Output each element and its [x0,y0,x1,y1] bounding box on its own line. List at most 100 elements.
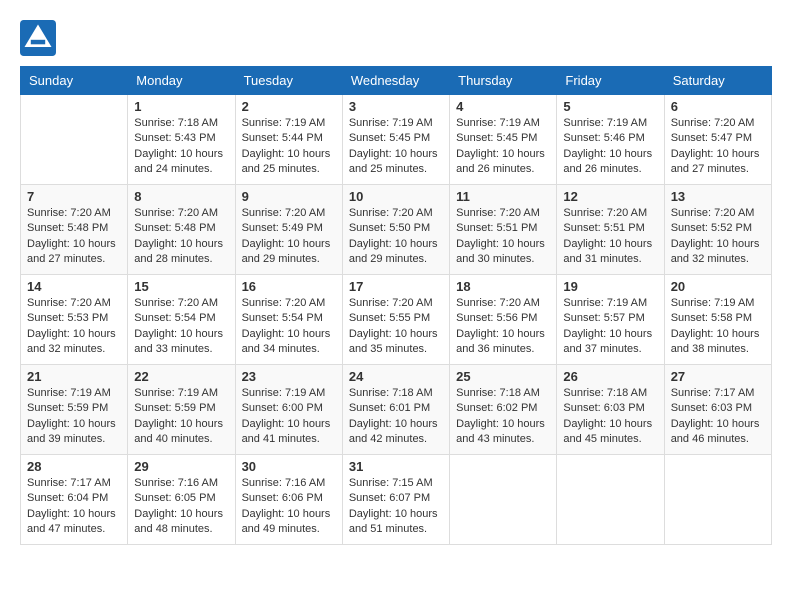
day-info: Sunrise: 7:19 AM Sunset: 5:44 PM Dayligh… [242,116,336,178]
day-number: 30 [242,459,336,474]
logo [20,20,58,56]
day-number: 20 [671,279,765,294]
day-info: Sunrise: 7:20 AM Sunset: 5:51 PM Dayligh… [456,206,550,268]
calendar-week-3: 14 Sunrise: 7:20 AM Sunset: 5:53 PM Dayl… [21,275,772,365]
calendar-cell: 26 Sunrise: 7:18 AM Sunset: 6:03 PM Dayl… [557,365,664,455]
day-number: 5 [563,99,657,114]
calendar-cell: 11 Sunrise: 7:20 AM Sunset: 5:51 PM Dayl… [450,185,557,275]
calendar-cell [664,455,771,545]
day-number: 7 [27,189,121,204]
day-number: 26 [563,369,657,384]
calendar-cell: 1 Sunrise: 7:18 AM Sunset: 5:43 PM Dayli… [128,95,235,185]
day-number: 16 [242,279,336,294]
day-number: 27 [671,369,765,384]
day-info: Sunrise: 7:20 AM Sunset: 5:53 PM Dayligh… [27,296,121,358]
day-info: Sunrise: 7:19 AM Sunset: 5:57 PM Dayligh… [563,296,657,358]
calendar-week-4: 21 Sunrise: 7:19 AM Sunset: 5:59 PM Dayl… [21,365,772,455]
day-number: 15 [134,279,228,294]
calendar-cell: 21 Sunrise: 7:19 AM Sunset: 5:59 PM Dayl… [21,365,128,455]
day-header-saturday: Saturday [664,67,771,95]
calendar-week-5: 28 Sunrise: 7:17 AM Sunset: 6:04 PM Dayl… [21,455,772,545]
calendar-cell: 28 Sunrise: 7:17 AM Sunset: 6:04 PM Dayl… [21,455,128,545]
day-info: Sunrise: 7:19 AM Sunset: 5:45 PM Dayligh… [349,116,443,178]
day-number: 31 [349,459,443,474]
day-info: Sunrise: 7:16 AM Sunset: 6:05 PM Dayligh… [134,476,228,538]
day-info: Sunrise: 7:18 AM Sunset: 6:02 PM Dayligh… [456,386,550,448]
calendar-cell: 29 Sunrise: 7:16 AM Sunset: 6:05 PM Dayl… [128,455,235,545]
day-number: 25 [456,369,550,384]
day-info: Sunrise: 7:19 AM Sunset: 5:45 PM Dayligh… [456,116,550,178]
day-number: 24 [349,369,443,384]
calendar-cell: 4 Sunrise: 7:19 AM Sunset: 5:45 PM Dayli… [450,95,557,185]
day-number: 10 [349,189,443,204]
day-number: 12 [563,189,657,204]
calendar-table: SundayMondayTuesdayWednesdayThursdayFrid… [20,66,772,545]
calendar-cell: 10 Sunrise: 7:20 AM Sunset: 5:50 PM Dayl… [342,185,449,275]
day-number: 17 [349,279,443,294]
calendar-cell: 19 Sunrise: 7:19 AM Sunset: 5:57 PM Dayl… [557,275,664,365]
day-info: Sunrise: 7:16 AM Sunset: 6:06 PM Dayligh… [242,476,336,538]
day-info: Sunrise: 7:20 AM Sunset: 5:49 PM Dayligh… [242,206,336,268]
calendar-header-row: SundayMondayTuesdayWednesdayThursdayFrid… [21,67,772,95]
day-info: Sunrise: 7:20 AM Sunset: 5:52 PM Dayligh… [671,206,765,268]
calendar-cell: 2 Sunrise: 7:19 AM Sunset: 5:44 PM Dayli… [235,95,342,185]
day-info: Sunrise: 7:20 AM Sunset: 5:54 PM Dayligh… [242,296,336,358]
day-info: Sunrise: 7:20 AM Sunset: 5:55 PM Dayligh… [349,296,443,358]
day-number: 13 [671,189,765,204]
calendar-cell: 25 Sunrise: 7:18 AM Sunset: 6:02 PM Dayl… [450,365,557,455]
calendar-cell: 31 Sunrise: 7:15 AM Sunset: 6:07 PM Dayl… [342,455,449,545]
logo-icon [20,20,56,56]
day-info: Sunrise: 7:20 AM Sunset: 5:54 PM Dayligh… [134,296,228,358]
day-number: 4 [456,99,550,114]
day-info: Sunrise: 7:20 AM Sunset: 5:47 PM Dayligh… [671,116,765,178]
day-number: 3 [349,99,443,114]
calendar-cell [21,95,128,185]
calendar-cell: 14 Sunrise: 7:20 AM Sunset: 5:53 PM Dayl… [21,275,128,365]
day-info: Sunrise: 7:15 AM Sunset: 6:07 PM Dayligh… [349,476,443,538]
calendar-cell: 27 Sunrise: 7:17 AM Sunset: 6:03 PM Dayl… [664,365,771,455]
day-header-thursday: Thursday [450,67,557,95]
calendar-cell: 17 Sunrise: 7:20 AM Sunset: 5:55 PM Dayl… [342,275,449,365]
day-info: Sunrise: 7:19 AM Sunset: 6:00 PM Dayligh… [242,386,336,448]
day-info: Sunrise: 7:20 AM Sunset: 5:48 PM Dayligh… [134,206,228,268]
day-header-monday: Monday [128,67,235,95]
day-info: Sunrise: 7:19 AM Sunset: 5:58 PM Dayligh… [671,296,765,358]
calendar-week-1: 1 Sunrise: 7:18 AM Sunset: 5:43 PM Dayli… [21,95,772,185]
day-number: 14 [27,279,121,294]
calendar-cell: 8 Sunrise: 7:20 AM Sunset: 5:48 PM Dayli… [128,185,235,275]
day-number: 28 [27,459,121,474]
day-number: 1 [134,99,228,114]
calendar-cell: 30 Sunrise: 7:16 AM Sunset: 6:06 PM Dayl… [235,455,342,545]
day-number: 23 [242,369,336,384]
day-info: Sunrise: 7:18 AM Sunset: 6:03 PM Dayligh… [563,386,657,448]
calendar-cell: 9 Sunrise: 7:20 AM Sunset: 5:49 PM Dayli… [235,185,342,275]
day-info: Sunrise: 7:20 AM Sunset: 5:50 PM Dayligh… [349,206,443,268]
day-header-wednesday: Wednesday [342,67,449,95]
day-number: 8 [134,189,228,204]
calendar-cell: 22 Sunrise: 7:19 AM Sunset: 5:59 PM Dayl… [128,365,235,455]
day-info: Sunrise: 7:20 AM Sunset: 5:51 PM Dayligh… [563,206,657,268]
day-number: 11 [456,189,550,204]
calendar-cell: 24 Sunrise: 7:18 AM Sunset: 6:01 PM Dayl… [342,365,449,455]
calendar-cell: 18 Sunrise: 7:20 AM Sunset: 5:56 PM Dayl… [450,275,557,365]
day-info: Sunrise: 7:20 AM Sunset: 5:56 PM Dayligh… [456,296,550,358]
day-info: Sunrise: 7:19 AM Sunset: 5:46 PM Dayligh… [563,116,657,178]
day-number: 2 [242,99,336,114]
day-info: Sunrise: 7:18 AM Sunset: 6:01 PM Dayligh… [349,386,443,448]
calendar-cell: 16 Sunrise: 7:20 AM Sunset: 5:54 PM Dayl… [235,275,342,365]
calendar-cell: 7 Sunrise: 7:20 AM Sunset: 5:48 PM Dayli… [21,185,128,275]
day-number: 22 [134,369,228,384]
day-number: 6 [671,99,765,114]
calendar-cell: 13 Sunrise: 7:20 AM Sunset: 5:52 PM Dayl… [664,185,771,275]
day-info: Sunrise: 7:19 AM Sunset: 5:59 PM Dayligh… [134,386,228,448]
calendar-cell: 20 Sunrise: 7:19 AM Sunset: 5:58 PM Dayl… [664,275,771,365]
day-header-tuesday: Tuesday [235,67,342,95]
calendar-cell: 5 Sunrise: 7:19 AM Sunset: 5:46 PM Dayli… [557,95,664,185]
calendar-cell: 23 Sunrise: 7:19 AM Sunset: 6:00 PM Dayl… [235,365,342,455]
day-header-sunday: Sunday [21,67,128,95]
day-info: Sunrise: 7:17 AM Sunset: 6:03 PM Dayligh… [671,386,765,448]
day-number: 19 [563,279,657,294]
day-number: 29 [134,459,228,474]
day-number: 9 [242,189,336,204]
day-header-friday: Friday [557,67,664,95]
